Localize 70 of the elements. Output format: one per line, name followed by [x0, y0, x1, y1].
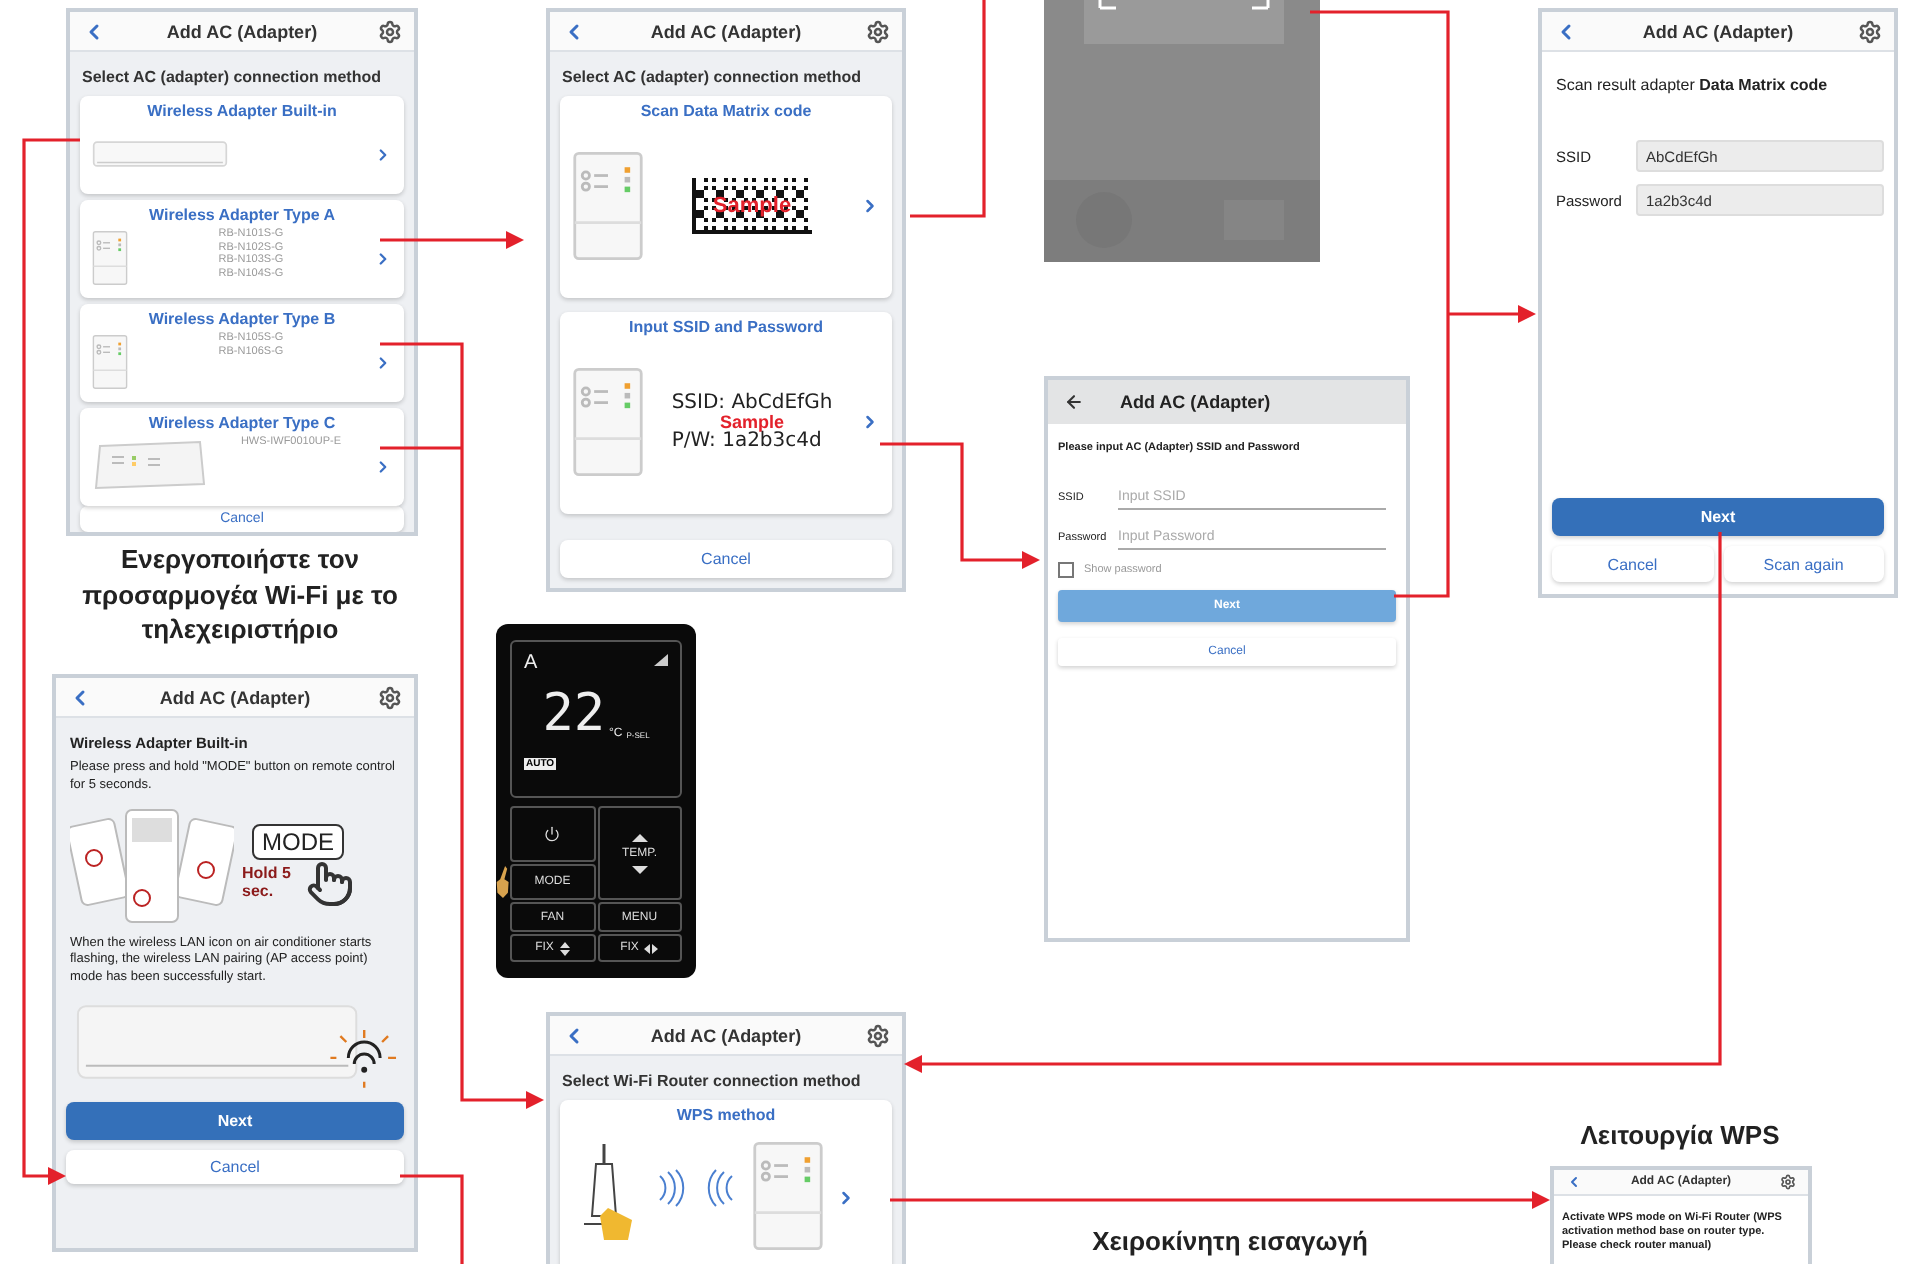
option-card[interactable]: Wireless Adapter Built-in: [80, 96, 404, 194]
finger-icon: [496, 866, 510, 898]
adapter-drawing: [752, 1136, 824, 1256]
screen-title: Add AC (Adapter): [1642, 21, 1794, 41]
option-title: Input SSID and Password: [629, 318, 823, 336]
credential-text: SSID: AbCdEfGh: [671, 393, 833, 413]
next-button[interactable]: Next: [66, 1101, 404, 1140]
cancel-button[interactable]: Cancel: [560, 540, 892, 578]
screen-subtitle: Select AC (adapter) connection method: [80, 66, 383, 90]
left-right-arrows-icon: [644, 943, 659, 953]
chevron-icon: [374, 145, 392, 163]
screen-title: Add AC (Adapter): [166, 21, 318, 41]
hand-pointer-icon: [306, 859, 354, 908]
option-title: Wireless Adapter Type B: [148, 310, 336, 328]
flow-arrow: [380, 231, 524, 249]
option-title: Wireless Adapter Type A: [149, 206, 335, 224]
hold-text: Hold 5 sec.: [242, 865, 293, 901]
chevron-icon: [860, 412, 880, 432]
next-button[interactable]: Next: [1552, 498, 1884, 536]
scan-result-heading: Scan result adapter Data Matrix code: [1554, 74, 1830, 98]
settings-icon[interactable]: [865, 1023, 890, 1047]
adapter-box-drawing: [92, 440, 208, 492]
settings-icon[interactable]: [1779, 1174, 1796, 1190]
checkbox[interactable]: [1058, 562, 1074, 578]
adapter-drawing: [92, 228, 128, 288]
screen-title: Add AC (Adapter): [159, 687, 311, 707]
chevron-icon: [374, 457, 392, 475]
sample-label: Sample: [719, 413, 784, 431]
settings-icon[interactable]: [377, 685, 402, 709]
adapter-drawing: [92, 332, 128, 392]
cancel-button[interactable]: Cancel: [66, 1149, 404, 1184]
power-icon: [544, 826, 561, 842]
option-card[interactable]: WPS method: [560, 1100, 892, 1264]
screen-title: Add AC (Adapter): [650, 1025, 802, 1045]
flow-arrow: [1448, 305, 1536, 323]
option-title: Wireless Adapter Type C: [148, 414, 336, 432]
settings-icon[interactable]: [1857, 19, 1882, 43]
chevron-icon: [374, 353, 392, 371]
connector-line: [380, 446, 462, 450]
scan-again-button[interactable]: Scan again: [1723, 546, 1884, 582]
up-down-arrows-icon: [559, 941, 570, 955]
option-title: WPS method: [676, 1106, 776, 1124]
caption-text: Λειτουργία WPS: [1578, 1118, 1782, 1154]
indoor-unit-drawing: [92, 138, 228, 170]
mode-letter: A: [524, 654, 540, 678]
credential-text: P/W: 1a2b3c4d: [671, 431, 822, 451]
back-icon[interactable]: [1064, 392, 1084, 412]
settings-icon[interactable]: [377, 19, 402, 43]
caption-text: Χειροκίνητη εισαγωγή: [1090, 1224, 1370, 1260]
screen-subtitle: Select AC (adapter) connection method: [560, 66, 863, 90]
chevron-icon: [860, 196, 880, 216]
signal-icon: [654, 654, 668, 666]
up-arrow-icon: [631, 833, 648, 841]
chevron-icon: [836, 1188, 856, 1208]
back-icon[interactable]: [1566, 1174, 1582, 1190]
screen-subtitle: Select Wi-Fi Router connection method: [560, 1070, 863, 1094]
option-title: Scan Data Matrix code: [640, 102, 812, 120]
cancel-button[interactable]: Cancel: [1552, 546, 1713, 582]
chevron-icon: [374, 249, 392, 267]
settings-icon[interactable]: [865, 19, 890, 43]
mode-key: MODE: [252, 823, 344, 860]
down-arrow-icon: [631, 865, 648, 873]
screen-title: Add AC (Adapter): [1120, 392, 1271, 412]
connector-line: [400, 1174, 464, 1264]
option-card[interactable]: Input SSID and Password SSID: AbCdEfGh Sample P/W: 1a2b3c4d: [560, 312, 892, 514]
screen-title: Add AC (Adapter): [650, 21, 802, 41]
option-title: Wireless Adapter Built-in: [147, 102, 337, 120]
caption-text: Ενεργοποιήστε τον προσαρμογέα Wi-Fi με το τηλεχειριστήριο: [80, 542, 400, 648]
power-key[interactable]: [510, 806, 595, 862]
temperature-reading: 22: [542, 688, 605, 741]
